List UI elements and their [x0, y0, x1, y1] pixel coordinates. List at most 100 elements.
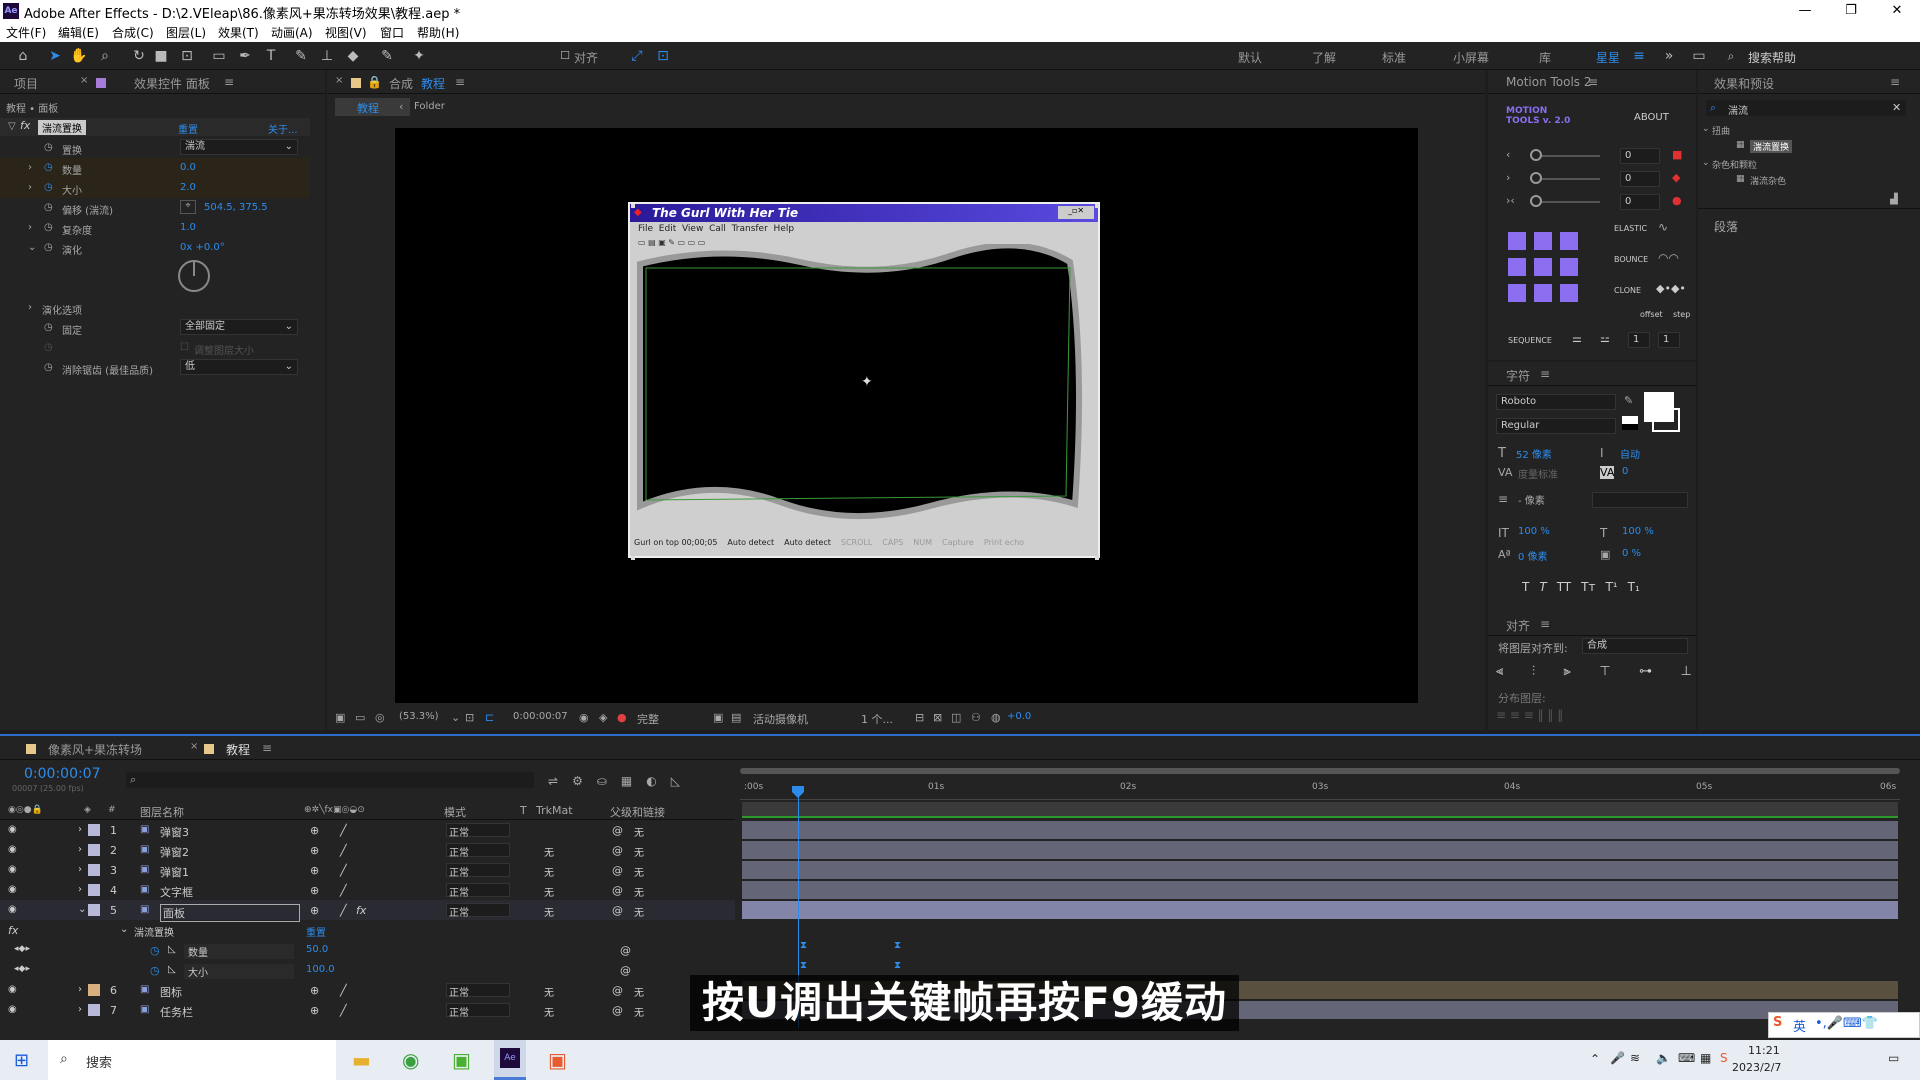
anchor-cell[interactable] — [1534, 232, 1552, 250]
tray-icon[interactable]: ▦ — [1700, 1051, 1711, 1065]
tree-expand-icon[interactable]: ⌄ — [1702, 124, 1710, 134]
resolution-dropdown[interactable]: 完整 — [637, 711, 659, 727]
comp-flowchart-icon[interactable]: ⇌ — [548, 774, 558, 788]
timeline-icon[interactable]: ⚇ — [971, 711, 981, 724]
keyframe-icon[interactable]: ● — [1672, 194, 1682, 207]
faux-bold-button[interactable]: T — [1522, 580, 1529, 594]
stroke-color-swatch[interactable] — [1652, 408, 1680, 432]
font-size-value[interactable]: 52 像素 — [1516, 446, 1552, 461]
pan-behind-icon[interactable]: ⊡ — [178, 47, 196, 65]
camera-tool-icon[interactable]: ■ — [152, 47, 170, 65]
layer-name[interactable]: 弹窗2 — [160, 844, 189, 860]
stopwatch-icon[interactable]: ◷ — [44, 322, 53, 333]
paragraph-tab[interactable]: 段落 — [1714, 218, 1738, 235]
close-tab-icon[interactable]: × — [335, 75, 343, 86]
about-link[interactable]: 关于... — [268, 121, 298, 136]
tree-effect-selected[interactable]: 湍流置换 — [1750, 140, 1793, 153]
roi-icon[interactable]: ▣ — [713, 711, 723, 724]
mode-dropdown[interactable]: 正常 — [446, 983, 510, 999]
camera-dropdown[interactable]: 活动摄像机 — [753, 711, 808, 727]
tab-effect-controls[interactable]: 效果控件 面板 — [134, 75, 210, 92]
expand-icon[interactable]: › — [78, 844, 82, 855]
default-colors-icon[interactable] — [1622, 416, 1638, 430]
keyframe-icon[interactable]: ⧗ — [894, 940, 901, 951]
keyframe-icon[interactable]: ◆ — [1672, 171, 1680, 184]
rectangle-tool-icon[interactable]: ▭ — [210, 47, 228, 65]
displacement-dropdown[interactable]: 湍流 ⌄ — [180, 139, 298, 155]
expand-icon[interactable]: ⌄ — [78, 904, 86, 915]
shy-switch-icon[interactable]: ⊕ — [310, 984, 319, 997]
pickwhip-icon[interactable]: @ — [612, 904, 623, 917]
quality-switch-icon[interactable]: ╱ — [340, 864, 347, 877]
expand-icon[interactable]: ⌄ — [28, 242, 36, 253]
lock-icon[interactable]: 🔒 — [367, 75, 382, 89]
pinning-dropdown[interactable]: 全部固定 ⌄ — [180, 319, 298, 335]
tab-comp-tutorial[interactable]: 教程 — [226, 741, 250, 758]
prop-value[interactable]: 100.0 — [306, 964, 335, 975]
network-icon[interactable]: ≋ — [1630, 1051, 1640, 1065]
pen-tool-icon[interactable]: ✒ — [236, 47, 254, 65]
current-time[interactable]: 0:00:00:07 — [24, 766, 101, 782]
stamp-tool-icon[interactable]: ⊥ — [318, 47, 336, 65]
align-vcenter-icon[interactable]: ⊶ — [1639, 664, 1652, 679]
slider-knob[interactable] — [1530, 172, 1542, 184]
handle-icon[interactable] — [631, 556, 635, 560]
layer-name[interactable]: 图标 — [160, 984, 182, 1000]
parent-dropdown[interactable]: 无 — [634, 864, 714, 879]
sogou-icon[interactable]: S — [1720, 1051, 1728, 1065]
stopwatch-icon[interactable]: ◷ — [44, 202, 53, 213]
ws-menu-icon[interactable]: ≡ — [1630, 47, 1648, 65]
label-color-icon[interactable] — [88, 884, 100, 896]
graph-editor-icon[interactable]: ◺ — [671, 774, 680, 788]
stopwatch-icon[interactable]: ◷ — [44, 362, 53, 373]
expand-icon[interactable]: › — [78, 984, 82, 995]
expand-icon[interactable]: › — [28, 302, 32, 313]
tray-expand-icon[interactable]: ⌃ — [1590, 1052, 1600, 1066]
stroke-width-value[interactable]: - 像素 — [1518, 492, 1545, 507]
subscript-button[interactable]: T₁ — [1628, 580, 1640, 594]
selection-tool-icon[interactable]: ➤ — [46, 47, 64, 65]
shy-switch-icon[interactable]: ⊕ — [310, 904, 319, 917]
elastic-button[interactable]: ELASTIC — [1614, 224, 1647, 233]
visibility-eye-icon[interactable]: ◉ — [8, 984, 17, 995]
expand-icon[interactable]: › — [78, 884, 82, 895]
keyframe-nav-icon[interactable]: ◂◆▸ — [14, 964, 30, 974]
snap-grid-icon[interactable]: ⊡ — [654, 47, 672, 65]
mode-dropdown[interactable]: 正常 — [446, 823, 510, 839]
eyedropper-icon[interactable]: ✎ — [1624, 394, 1633, 407]
prop-value[interactable]: 2.0 — [180, 182, 196, 193]
anchor-cell[interactable] — [1560, 284, 1578, 302]
workspace-panel-icon[interactable]: ▭ — [1690, 47, 1708, 65]
clone-button[interactable]: CLONE — [1614, 286, 1641, 295]
align-bottom-icon[interactable]: ⊥ — [1681, 664, 1692, 679]
handle-icon[interactable] — [631, 204, 635, 208]
layer-name[interactable]: 弹窗3 — [160, 824, 189, 840]
views-dropdown[interactable]: 1 个... — [861, 711, 893, 727]
fast-preview-icon[interactable]: ◫ — [951, 711, 961, 724]
expand-icon[interactable]: › — [28, 182, 32, 193]
trkmat-dropdown[interactable]: 无 — [544, 844, 554, 859]
anchor-cell[interactable] — [1508, 258, 1526, 276]
viewer-timecode[interactable]: 0:00:00:07 — [513, 711, 568, 722]
parent-dropdown[interactable]: 无 — [634, 904, 714, 919]
zoom-tool-icon[interactable]: ⌕ — [96, 47, 114, 65]
visibility-eye-icon[interactable]: ◉ — [8, 1004, 17, 1015]
layer-bar[interactable] — [742, 861, 1898, 879]
kerning-value[interactable]: 度量标准 — [1518, 466, 1558, 481]
camtasia-icon[interactable]: ▣ — [452, 1048, 471, 1072]
menu-help[interactable]: 帮助(H) — [417, 24, 459, 41]
volume-icon[interactable]: 🔈 — [1656, 1051, 1671, 1065]
layer-name[interactable]: 弹窗1 — [160, 864, 189, 880]
label-color-icon[interactable] — [88, 984, 100, 996]
region-icon[interactable]: ⊏ — [485, 711, 494, 724]
prop-value[interactable]: 50.0 — [306, 944, 328, 955]
panel-menu-icon[interactable]: ≡ — [224, 75, 234, 89]
stopwatch-icon[interactable]: ◷ — [44, 222, 53, 233]
new-folder-icon[interactable]: ▟ — [1890, 194, 1898, 205]
panel-menu-icon[interactable]: ≡ — [1890, 75, 1900, 89]
mic-icon[interactable]: 🎤 — [1610, 1051, 1625, 1065]
pickwhip-icon[interactable]: @ — [612, 1004, 623, 1017]
anchor-cell[interactable] — [1560, 258, 1578, 276]
trkmat-dropdown[interactable]: 无 — [544, 1004, 554, 1019]
expand-icon[interactable]: ▽ — [8, 121, 16, 132]
